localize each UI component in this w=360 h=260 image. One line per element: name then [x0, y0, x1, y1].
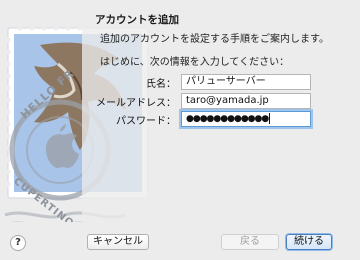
password-value: ●●●●●●●●●●●● [186, 114, 269, 124]
email-label: メールアドレス： [96, 98, 176, 109]
help-button[interactable]: ? [10, 235, 26, 251]
continue-button[interactable]: 続ける [286, 234, 332, 250]
add-account-window: HELLO FR CUPERTINO アカウントを追加 追加のアカウントを設定す… [0, 0, 360, 260]
email-field[interactable]: taro@yamada.jp [181, 93, 311, 109]
instruction-text: はじめに、次の情報を入力してください： [100, 57, 290, 68]
back-button[interactable]: 戻る [221, 234, 279, 250]
name-label: 氏名： [146, 79, 176, 90]
page-title: アカウントを追加 [95, 14, 179, 26]
text-caret [269, 112, 271, 124]
name-field[interactable]: パリューサーバー [181, 74, 311, 90]
password-field[interactable]: ●●●●●●●●●●●● [181, 111, 311, 127]
subtitle-text: 追加のアカウントを設定する手順をご案内します。 [100, 34, 329, 45]
cancel-button[interactable]: キャンセル [87, 234, 149, 250]
password-label: パスワード： [116, 116, 176, 127]
